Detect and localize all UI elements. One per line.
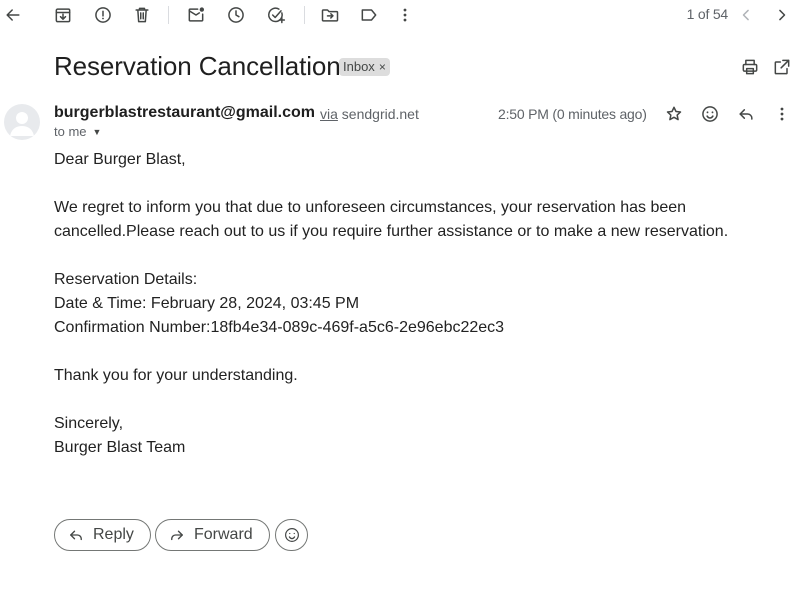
chevron-left-icon[interactable] xyxy=(734,3,758,27)
via-domain: sendgrid.net xyxy=(341,106,419,122)
confirmation-number: Confirmation Number:18fb4e34-089c-469f-a… xyxy=(54,319,505,336)
add-task-icon[interactable] xyxy=(264,3,288,27)
emoji-reaction-icon[interactable] xyxy=(698,102,722,126)
chevron-right-icon[interactable] xyxy=(770,3,794,27)
message-timestamp: 2:50 PM (0 minutes ago) xyxy=(498,106,647,122)
labels-icon[interactable] xyxy=(357,3,381,27)
emoji-react-button[interactable] xyxy=(275,519,308,551)
sender-email[interactable]: burgerblastrestaurant@gmail.com xyxy=(54,104,315,122)
reply-icon[interactable] xyxy=(734,102,758,126)
email-body: Dear Burger Blast, We regret to inform y… xyxy=(54,148,794,460)
chevron-down-icon[interactable]: ▼ xyxy=(93,127,102,137)
reservation-date-time: Date & Time: February 28, 2024, 03:45 PM xyxy=(54,295,360,312)
reply-button-label: Reply xyxy=(93,526,134,543)
print-icon[interactable] xyxy=(738,55,762,79)
delete-icon[interactable] xyxy=(130,3,154,27)
avatar[interactable] xyxy=(4,104,40,140)
via-link[interactable]: via xyxy=(320,106,338,122)
label-chip-inbox[interactable]: Inbox × xyxy=(339,58,390,76)
more-vert-icon[interactable] xyxy=(393,3,417,27)
recipient-details[interactable]: to me ▼ xyxy=(54,124,101,139)
body-greeting: Dear Burger Blast, xyxy=(54,151,186,168)
reply-icon xyxy=(70,530,82,541)
body-signature: Burger Blast Team xyxy=(54,439,186,456)
person-avatar-icon xyxy=(10,112,34,136)
open-in-new-window-icon[interactable] xyxy=(770,55,794,79)
message-more-vert-icon[interactable] xyxy=(770,102,794,126)
snooze-icon[interactable] xyxy=(224,3,248,27)
star-icon[interactable] xyxy=(662,102,686,126)
forward-button[interactable]: Forward xyxy=(155,519,270,551)
mark-unread-icon[interactable] xyxy=(184,3,208,27)
via-info: via sendgrid.net xyxy=(320,106,419,122)
toolbar-divider xyxy=(168,6,169,24)
recipient-label: to me xyxy=(54,124,87,139)
body-thanks: Thank you for your understanding. xyxy=(54,367,298,384)
email-subject: Reservation Cancellation xyxy=(54,51,341,81)
reservation-details-heading: Reservation Details: xyxy=(54,271,198,288)
toolbar-divider xyxy=(304,6,305,24)
archive-icon[interactable] xyxy=(51,3,75,27)
report-spam-icon[interactable] xyxy=(91,3,115,27)
forward-icon xyxy=(171,530,183,541)
body-closing: Sincerely, xyxy=(54,415,124,432)
forward-button-label: Forward xyxy=(194,526,253,543)
back-arrow-icon[interactable] xyxy=(1,3,25,27)
move-to-icon[interactable] xyxy=(318,3,342,27)
label-chip-text: Inbox xyxy=(343,59,375,74)
reply-button[interactable]: Reply xyxy=(54,519,151,551)
smiley-icon xyxy=(284,528,299,542)
body-paragraph: We regret to inform you that due to unfo… xyxy=(54,199,729,240)
label-remove-button[interactable]: × xyxy=(379,58,386,76)
pager-count: 1 of 54 xyxy=(686,6,729,22)
